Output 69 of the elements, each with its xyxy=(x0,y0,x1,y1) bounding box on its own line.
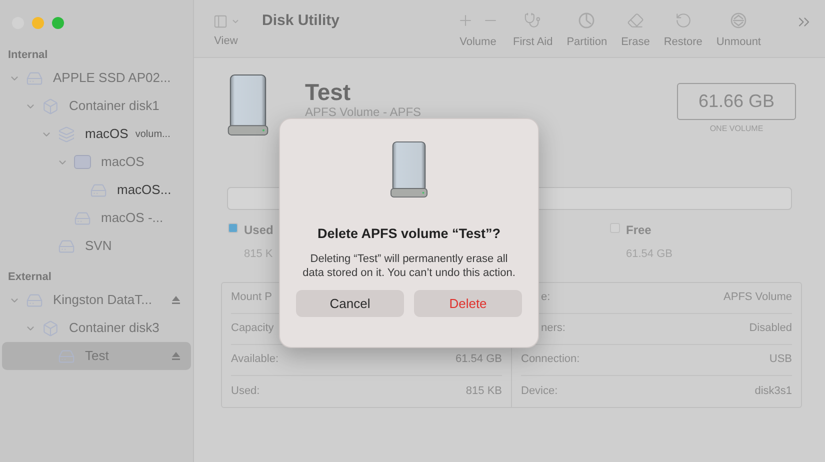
info-label: Capacity xyxy=(231,321,274,336)
container-icon xyxy=(42,98,59,114)
sidebar-toggle-icon[interactable] xyxy=(212,14,229,29)
sidebar-item[interactable]: Test xyxy=(2,342,191,370)
eject-icon[interactable] xyxy=(171,351,181,361)
info-label: Available: xyxy=(231,352,278,368)
item-note: volum... xyxy=(135,128,170,142)
info-label: Device: xyxy=(521,384,558,399)
sidebar-item[interactable]: Container disk1 xyxy=(2,92,191,120)
stethoscope-icon xyxy=(524,12,542,30)
info-value: 61.54 GB xyxy=(456,352,502,368)
section-heading: External xyxy=(7,270,52,285)
info-label: Mount P xyxy=(231,290,272,306)
cancel-button[interactable]: Cancel xyxy=(296,290,404,318)
item-name: macOS xyxy=(85,125,128,144)
item-name: Container disk3 xyxy=(69,319,160,338)
toolbar-label: View xyxy=(214,34,238,49)
window-title: Disk Utility xyxy=(262,11,340,32)
drive-icon xyxy=(390,141,428,198)
item-name: macOS... xyxy=(117,181,172,200)
eraser-icon xyxy=(626,12,644,30)
item-name: Container disk1 xyxy=(69,97,160,116)
sidebar-item[interactable]: APPLE SSD AP02... xyxy=(2,64,191,92)
window-control-button[interactable] xyxy=(52,17,64,29)
info-value: disk3s1 xyxy=(754,384,792,399)
item-name: Kingston DataT... xyxy=(53,291,152,310)
item-name: APPLE SSD AP02... xyxy=(53,69,171,88)
dialog-message: Deleting “Test” will permanently erase all data stored on it. You can’t undo this action. xyxy=(302,252,516,280)
section-heading: Internal xyxy=(7,48,49,63)
info-label: ners: xyxy=(540,321,566,336)
info-value: USB xyxy=(769,352,792,368)
toolbar-button-label[interactable]: Volume xyxy=(460,34,496,51)
sidebar-item[interactable]: Container disk3 xyxy=(2,314,191,342)
toolbar-button-label[interactable]: Erase xyxy=(621,34,650,51)
layers-icon xyxy=(58,126,75,142)
info-label: e: xyxy=(540,290,550,306)
container-icon xyxy=(42,320,59,336)
info-value: Disabled xyxy=(749,321,792,336)
drive-icon xyxy=(227,74,269,136)
item-name: SVN xyxy=(85,237,112,256)
toolbar-button-label[interactable]: Partition xyxy=(566,34,608,51)
item-name: Test xyxy=(85,347,109,366)
sidebar-item[interactable]: macOS xyxy=(2,148,191,176)
legend-label: Used xyxy=(244,222,274,239)
sidebar-item[interactable]: SVN xyxy=(2,232,191,260)
sidebar-item[interactable]: Kingston DataT... xyxy=(2,286,191,314)
legend-label: Free xyxy=(626,222,652,239)
info-label: Connection: xyxy=(521,352,580,368)
info-label: Used: xyxy=(231,384,260,399)
sidebar-item[interactable]: macOS... xyxy=(2,176,191,204)
unmount-icon xyxy=(730,12,748,30)
item-name: macOS xyxy=(101,153,144,172)
restore-icon xyxy=(674,12,692,30)
info-value: APFS Volume xyxy=(724,290,792,306)
info-value: 815 KB xyxy=(466,384,502,399)
sidebar-item[interactable]: macOS -... xyxy=(2,204,191,232)
size-badge: 61.66 GB xyxy=(677,83,796,120)
toolbar-button-label[interactable]: Unmount xyxy=(716,34,761,51)
pie-icon xyxy=(578,12,596,30)
toolbar-button-label[interactable]: Restore xyxy=(664,34,702,51)
toolbar-button-label[interactable]: First Aid xyxy=(512,34,553,51)
item-name: macOS -... xyxy=(101,209,164,228)
delete-button[interactable]: Delete xyxy=(414,290,522,318)
volume-icon xyxy=(74,155,91,169)
volume-name: Test xyxy=(305,79,352,105)
dialog-title: Delete APFS volume “Test”? xyxy=(317,225,501,243)
eject-icon[interactable] xyxy=(171,295,181,305)
sidebar-item[interactable]: macOS volum... xyxy=(2,120,191,148)
window-control-button[interactable] xyxy=(32,17,44,29)
